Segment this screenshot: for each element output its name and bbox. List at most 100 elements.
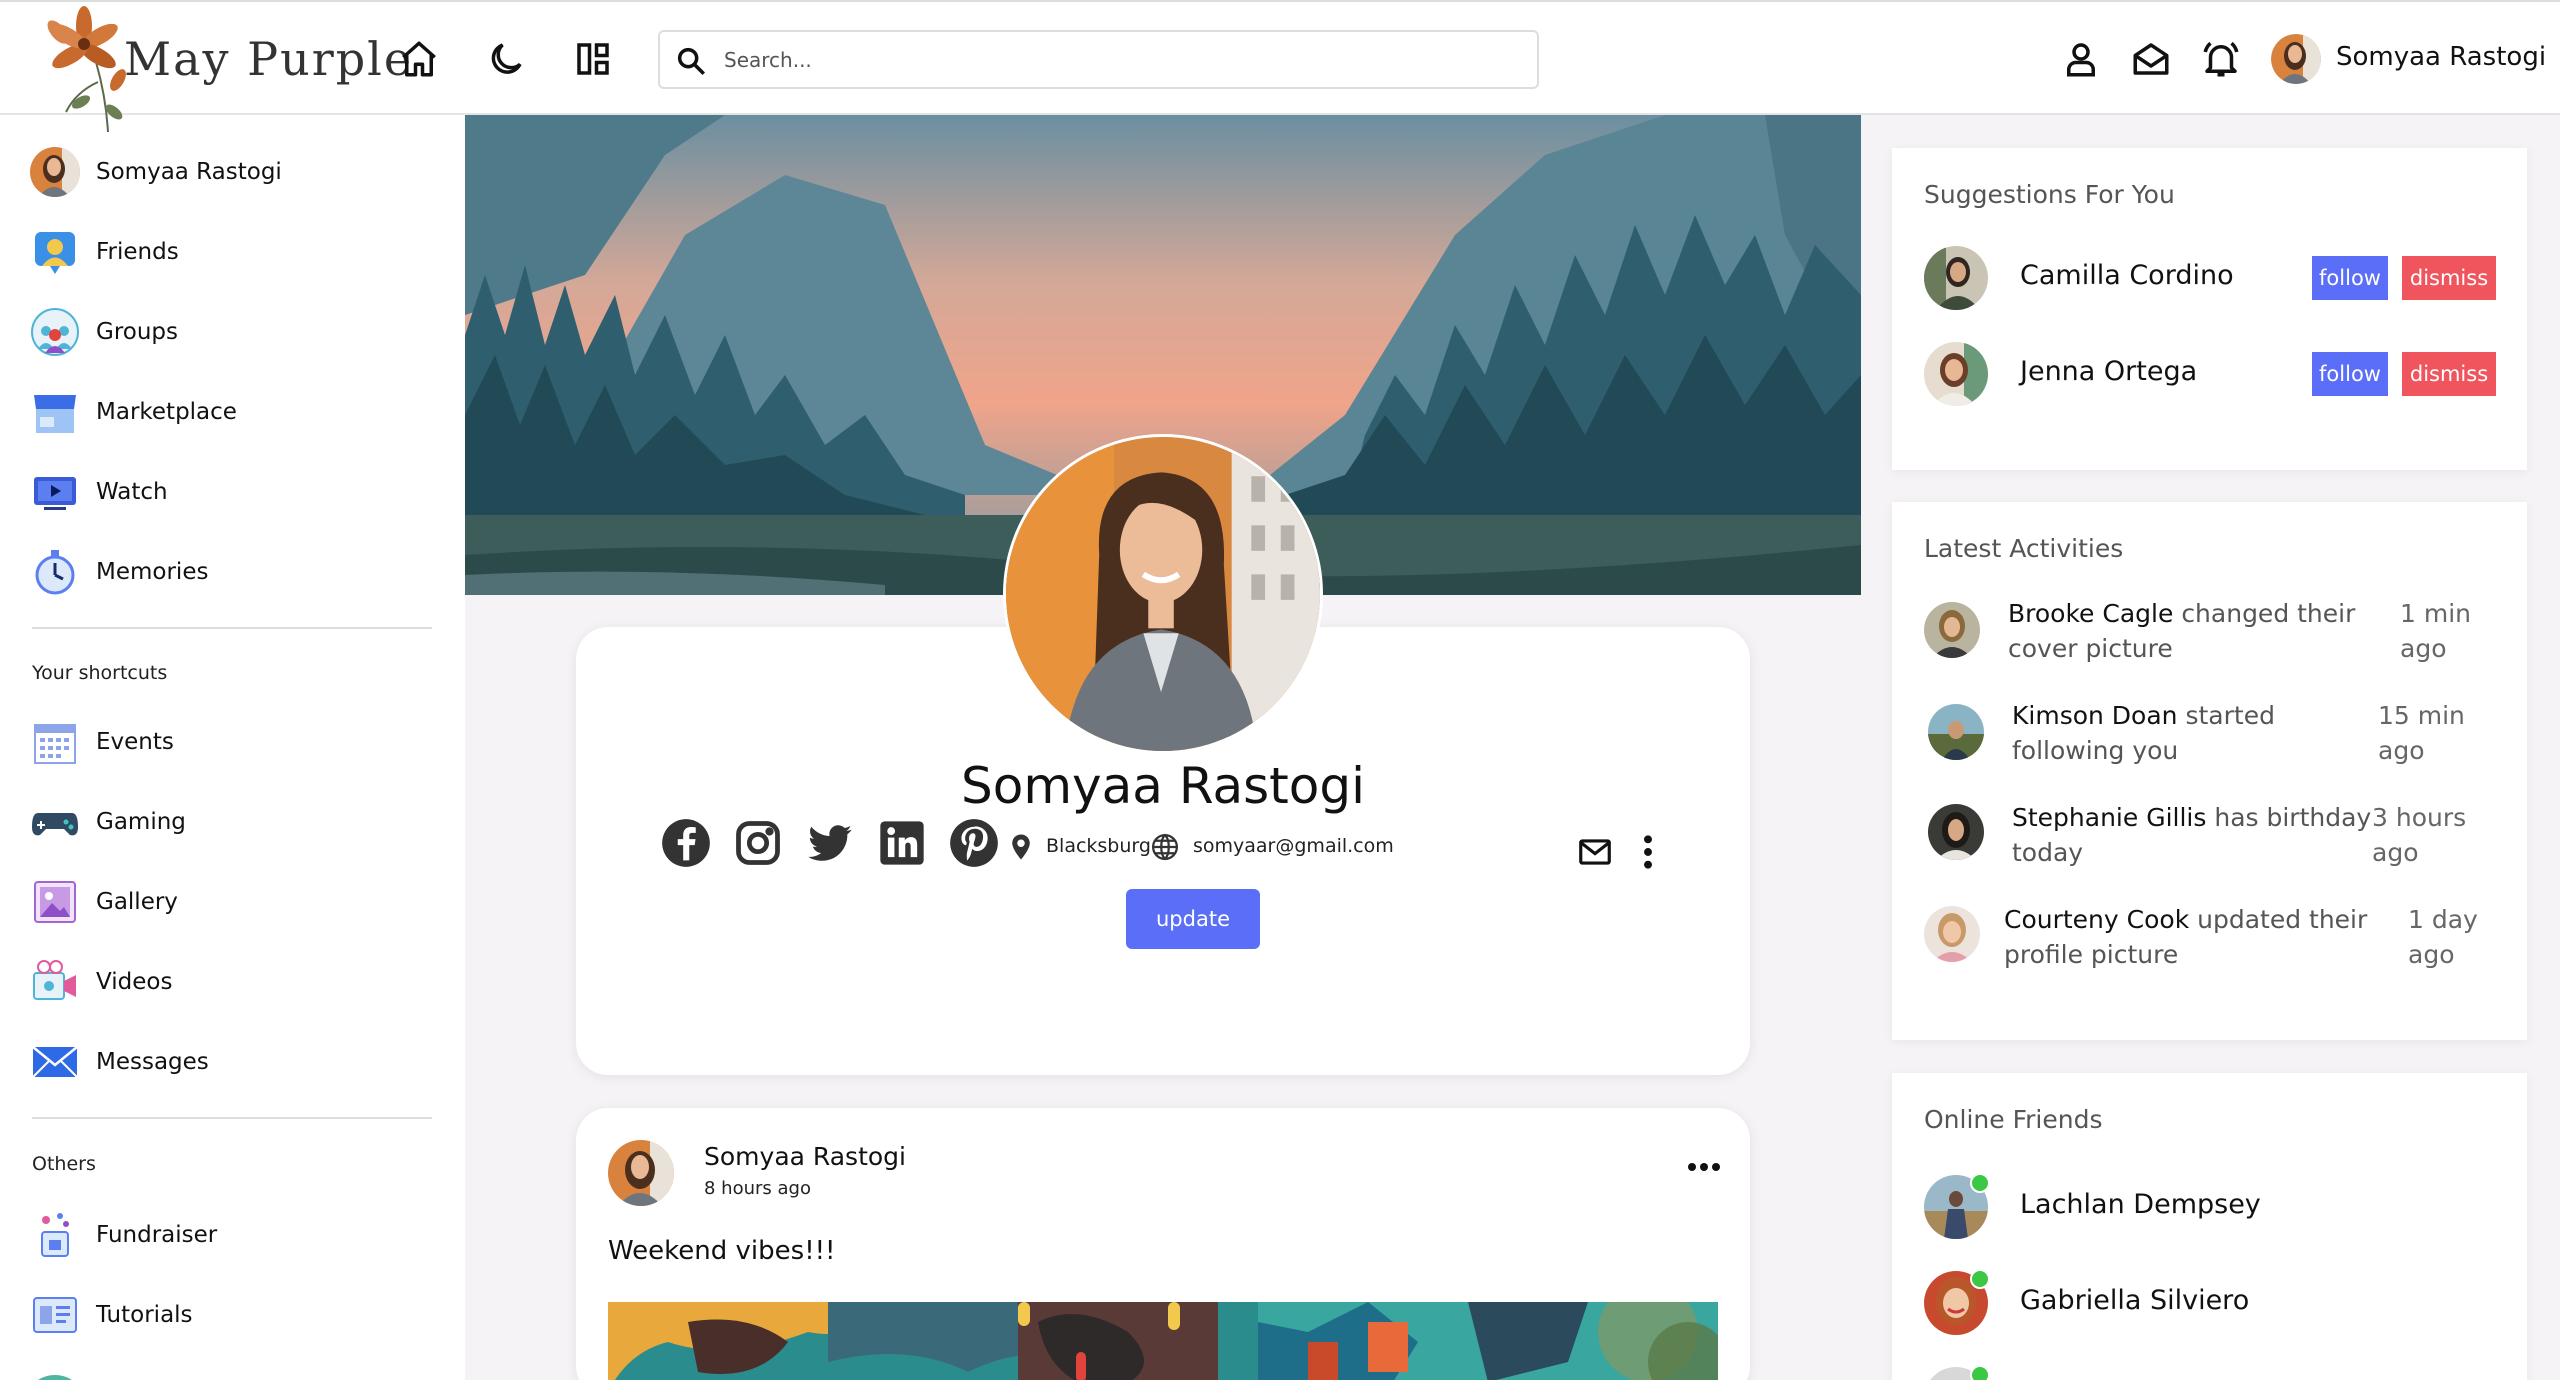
sidebar-item-gaming[interactable]: Gaming bbox=[30, 795, 450, 849]
online-status-dot bbox=[1970, 1173, 1990, 1193]
linkedin-icon[interactable] bbox=[876, 817, 928, 869]
activity-user[interactable]: Brooke Cagle bbox=[2008, 599, 2173, 628]
sidebar-item-tutorials[interactable]: Tutorials bbox=[30, 1288, 450, 1342]
activities-panel: Latest Activities Brooke Cagle changed t… bbox=[1892, 502, 2527, 1040]
profile-icon[interactable] bbox=[2060, 38, 2102, 80]
post-image[interactable] bbox=[608, 1302, 1718, 1380]
location-icon bbox=[1012, 834, 1030, 860]
search-icon bbox=[677, 47, 706, 76]
sidebar-item-events[interactable]: Events bbox=[30, 715, 450, 769]
facebook-icon[interactable] bbox=[660, 817, 712, 869]
sidebar-item-messages[interactable]: Messages bbox=[30, 1035, 450, 1089]
dismiss-button[interactable]: dismiss bbox=[2402, 256, 2496, 300]
mail-icon[interactable] bbox=[2130, 38, 2172, 80]
avatar[interactable] bbox=[1924, 602, 1980, 658]
globe-icon bbox=[1152, 833, 1178, 861]
sidebar-item-videos[interactable]: Videos bbox=[30, 955, 450, 1009]
sidebar-item-marketplace[interactable]: Marketplace bbox=[30, 385, 450, 439]
sidebar-item-friends[interactable]: Friends bbox=[30, 225, 450, 279]
videos-icon bbox=[33, 960, 76, 1000]
avatar[interactable] bbox=[1928, 704, 1984, 760]
sidebar-item-label: Memories bbox=[96, 559, 209, 585]
avatar[interactable] bbox=[1924, 342, 1988, 406]
groups-icon bbox=[31, 308, 79, 356]
activity-time: 3 hours ago bbox=[2372, 803, 2467, 867]
suggestion-name[interactable]: Camilla Cordino bbox=[2020, 260, 2234, 291]
gallery-icon bbox=[34, 881, 76, 923]
search-input[interactable] bbox=[724, 42, 1504, 78]
message-icon[interactable] bbox=[1576, 833, 1614, 871]
avatar[interactable] bbox=[2271, 34, 2321, 84]
sidebar-item-fundraiser[interactable]: Fundraiser bbox=[30, 1208, 450, 1262]
online-friend-avatar[interactable] bbox=[1924, 1365, 1990, 1380]
online-friends-panel: Online Friends Lachlan Dempsey Gabriella… bbox=[1892, 1073, 2527, 1380]
online-status-dot bbox=[1970, 1269, 1990, 1289]
left-sidebar: Somyaa Rastogi Friends Groups Marketplac… bbox=[0, 115, 465, 1380]
tutorials-icon bbox=[33, 1297, 77, 1333]
suggestions-title: Suggestions For You bbox=[1924, 180, 2175, 209]
sidebar-divider bbox=[32, 627, 432, 629]
online-friends-title: Online Friends bbox=[1924, 1105, 2103, 1134]
online-friend-name[interactable]: Lachlan Dempsey bbox=[2020, 1189, 2261, 1220]
dark-mode-icon[interactable] bbox=[485, 38, 527, 80]
more-vertical-icon[interactable] bbox=[1640, 833, 1656, 871]
follow-button[interactable]: follow bbox=[2312, 256, 2388, 300]
online-friend-avatar[interactable] bbox=[1924, 1173, 1990, 1239]
avatar[interactable] bbox=[1924, 906, 1980, 962]
avatar[interactable] bbox=[1928, 804, 1984, 860]
nav-user-name[interactable]: Somyaa Rastogi bbox=[2336, 42, 2546, 72]
sidebar-item-watch[interactable]: Watch bbox=[30, 465, 450, 519]
post-author[interactable]: Somyaa Rastogi bbox=[704, 1142, 906, 1171]
pinterest-icon[interactable] bbox=[948, 817, 1000, 869]
sidebar-item-label: Messages bbox=[96, 1049, 209, 1075]
activity-time: 15 min ago bbox=[2378, 701, 2465, 765]
home-icon[interactable] bbox=[398, 38, 440, 80]
sidebar-item-memories[interactable]: Memories bbox=[30, 545, 450, 599]
logo-flower-icon bbox=[47, 6, 126, 133]
sidebar-item-profile[interactable]: Somyaa Rastogi bbox=[30, 145, 450, 199]
avatar[interactable] bbox=[608, 1140, 674, 1206]
sidebar-next-item-icon bbox=[38, 1375, 72, 1380]
events-icon bbox=[34, 724, 76, 764]
activity-user[interactable]: Stephanie Gillis bbox=[2012, 803, 2206, 832]
avatar[interactable] bbox=[1924, 246, 1988, 310]
memories-icon bbox=[35, 550, 75, 595]
app-logo-text[interactable]: May Purple bbox=[124, 32, 413, 86]
dismiss-button[interactable]: dismiss bbox=[2402, 352, 2496, 396]
fundraiser-icon bbox=[41, 1213, 69, 1257]
online-friend-name[interactable]: Gabriella Silviero bbox=[2020, 1285, 2249, 1316]
activity-time: 1 day ago bbox=[2408, 905, 2478, 969]
profile-email[interactable]: somyaar@gmail.com bbox=[1193, 835, 1394, 857]
activity-text: Stephanie Gillis has birthday today bbox=[2012, 800, 2372, 870]
profile-name: Somyaa Rastogi bbox=[961, 757, 1365, 815]
suggestions-panel: Suggestions For You Camilla Cordino foll… bbox=[1892, 148, 2527, 470]
sidebar-item-label: Marketplace bbox=[96, 399, 237, 425]
suggestion-name[interactable]: Jenna Ortega bbox=[2020, 356, 2197, 387]
watch-icon bbox=[34, 477, 76, 510]
sidebar-item-label: Gallery bbox=[96, 889, 178, 915]
activity-user[interactable]: Courteny Cook bbox=[2004, 905, 2189, 934]
grid-view-icon[interactable] bbox=[572, 38, 614, 80]
sidebar-item-gallery[interactable]: Gallery bbox=[30, 875, 450, 929]
online-friend-avatar[interactable] bbox=[1924, 1269, 1990, 1335]
sidebar-item-groups[interactable]: Groups bbox=[30, 305, 450, 359]
gaming-icon bbox=[32, 813, 78, 836]
marketplace-icon bbox=[34, 395, 76, 433]
instagram-icon[interactable] bbox=[732, 817, 784, 869]
search-bar[interactable] bbox=[658, 30, 1539, 89]
twitter-icon[interactable] bbox=[804, 817, 856, 869]
activity-text: Courteny Cook updated their profile pict… bbox=[2004, 902, 2374, 972]
sidebar-item-label: Tutorials bbox=[96, 1302, 193, 1328]
friends-icon bbox=[35, 232, 75, 274]
online-status-dot bbox=[1970, 1365, 1990, 1380]
sidebar-item-label: Groups bbox=[96, 319, 179, 345]
follow-button[interactable]: follow bbox=[2312, 352, 2388, 396]
activity-user[interactable]: Kimson Doan bbox=[2012, 701, 2178, 730]
sidebar-item-label: Fundraiser bbox=[96, 1222, 218, 1248]
sidebar-divider bbox=[32, 1117, 432, 1119]
activity-text: Brooke Cagle changed their cover picture bbox=[2008, 596, 2368, 666]
update-button[interactable]: update bbox=[1126, 889, 1260, 949]
notifications-icon[interactable] bbox=[2200, 38, 2242, 80]
profile-avatar[interactable] bbox=[1003, 434, 1323, 754]
more-horizontal-icon[interactable] bbox=[1684, 1160, 1724, 1174]
